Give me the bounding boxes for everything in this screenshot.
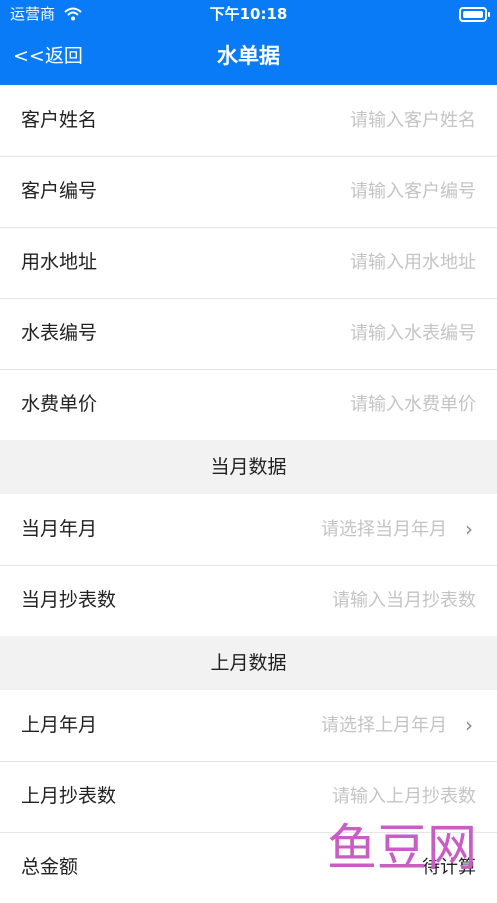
watermark-logo: 鱼豆网	[327, 819, 477, 877]
page-title: 水单据	[217, 44, 280, 68]
customer-name-label: 客户姓名	[21, 109, 98, 131]
current-month-date-label: 当月年月	[21, 518, 98, 540]
customer-number-label: 客户编号	[21, 180, 98, 202]
water-address-row[interactable]: 用水地址 请输入用水地址	[0, 227, 497, 298]
watermark-text: 鱼豆网	[327, 819, 477, 877]
customer-name-row[interactable]: 客户姓名 请输入客户姓名	[0, 85, 497, 156]
customer-number-row[interactable]: 客户编号 请输入客户编号	[0, 156, 497, 227]
battery-icon	[459, 7, 490, 22]
unit-price-row[interactable]: 水费单价 请输入水费单价	[0, 369, 497, 440]
status-bar: 运营商 下午10:18	[0, 0, 497, 28]
status-time: 下午10:18	[209, 5, 288, 23]
chevron-right-icon: ›	[465, 517, 473, 541]
chevron-right-icon: ›	[465, 713, 473, 737]
customer-number-input[interactable]: 请输入客户编号	[350, 156, 476, 227]
customer-name-input[interactable]: 请输入客户姓名	[350, 85, 476, 156]
current-reading-input[interactable]: 请输入当月抄表数	[332, 565, 476, 636]
last-month-date-picker[interactable]: 请选择上月年月	[321, 690, 447, 761]
current-month-date-row[interactable]: 当月年月 请选择当月年月 ›	[0, 494, 497, 565]
water-address-input[interactable]: 请输入用水地址	[350, 227, 476, 298]
unit-price-label: 水费单价	[21, 393, 98, 415]
water-address-label: 用水地址	[21, 251, 98, 273]
meter-number-input[interactable]: 请输入水表编号	[350, 298, 476, 369]
navigation-bar: <<返回 水单据	[0, 28, 497, 85]
current-reading-label: 当月抄表数	[21, 589, 117, 611]
current-month-section-header: 当月数据	[0, 441, 497, 494]
top-bar: 运营商 下午10:18 <<返回 水单据	[0, 0, 497, 85]
unit-price-input[interactable]: 请输入水费单价	[350, 369, 476, 440]
last-month-date-row[interactable]: 上月年月 请选择上月年月 ›	[0, 690, 497, 761]
current-month-date-picker[interactable]: 请选择当月年月	[321, 494, 447, 565]
current-month-group: 当月年月 请选择当月年月 › 当月抄表数 请输入当月抄表数	[0, 494, 497, 636]
meter-number-row[interactable]: 水表编号 请输入水表编号	[0, 298, 497, 369]
last-month-date-label: 上月年月	[21, 714, 98, 736]
customer-info-group: 客户姓名 请输入客户姓名 客户编号 请输入客户编号 用水地址 请输入用水地址 水…	[0, 85, 497, 440]
last-reading-label: 上月抄表数	[21, 785, 117, 807]
last-month-section-header: 上月数据	[0, 637, 497, 690]
total-amount-label: 总金额	[21, 856, 79, 878]
meter-number-label: 水表编号	[21, 322, 98, 344]
current-reading-row[interactable]: 当月抄表数 请输入当月抄表数	[0, 565, 497, 636]
